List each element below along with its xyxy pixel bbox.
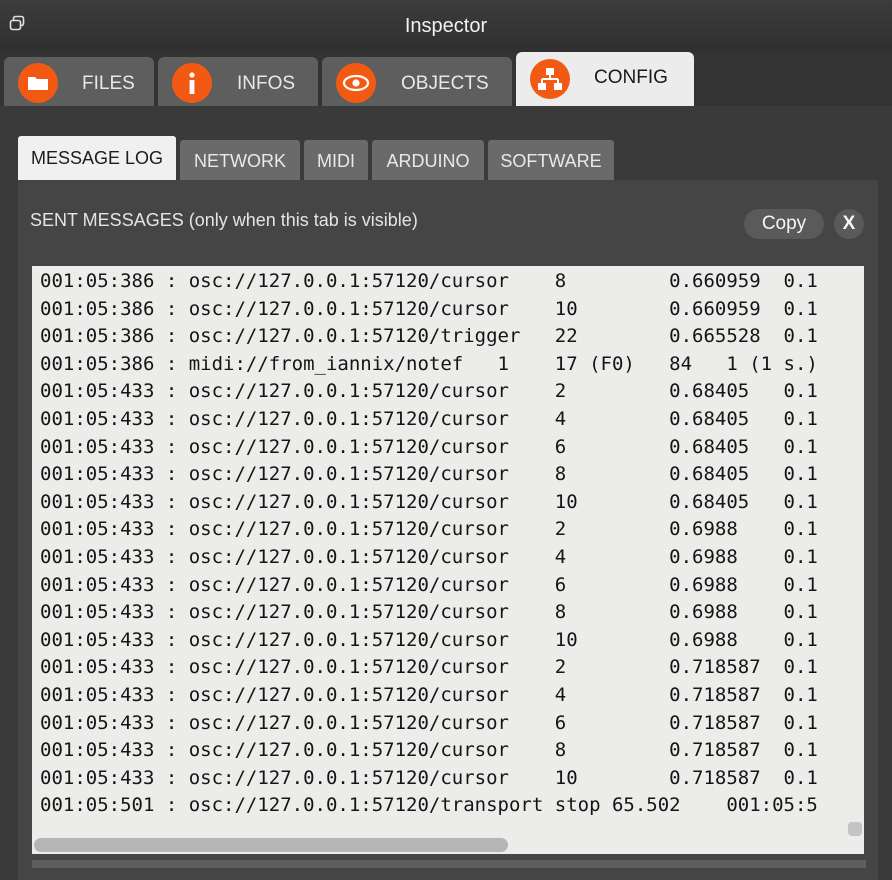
horizontal-scrollbar[interactable] bbox=[32, 834, 844, 854]
message-log-lines: 001:05:386 : osc://127.0.0.1:57120/curso… bbox=[40, 268, 844, 820]
log-line: 001:05:433 : osc://127.0.0.1:57120/curso… bbox=[40, 683, 818, 706]
log-line: 001:05:386 : osc://127.0.0.1:57120/trigg… bbox=[40, 325, 818, 348]
subtab-software[interactable]: SOFTWARE bbox=[488, 140, 614, 180]
log-line: 001:05:386 : osc://127.0.0.1:57120/curso… bbox=[40, 297, 818, 320]
main-tab-bar: FILES INFOS OBJECTS CONFIG bbox=[0, 52, 892, 106]
subtab-message-log[interactable]: MESSAGE LOG bbox=[18, 136, 176, 180]
log-line: 001:05:433 : osc://127.0.0.1:57120/curso… bbox=[40, 628, 818, 651]
log-line: 001:05:501 : osc://127.0.0.1:57120/trans… bbox=[40, 794, 818, 817]
message-log-box[interactable]: 001:05:386 : osc://127.0.0.1:57120/curso… bbox=[32, 266, 864, 854]
log-line: 001:05:433 : osc://127.0.0.1:57120/curso… bbox=[40, 380, 818, 403]
inspector-window: Inspector FILES INFOS OBJECTS CONFIG MES… bbox=[0, 0, 892, 880]
window-title: Inspector bbox=[404, 15, 488, 37]
log-line: 001:05:433 : osc://127.0.0.1:57120/curso… bbox=[40, 711, 818, 734]
log-line: 001:05:386 : midi://from_iannix/notef 1 … bbox=[40, 352, 818, 375]
log-line: 001:05:433 : osc://127.0.0.1:57120/curso… bbox=[40, 766, 818, 789]
tab-files-label: FILES bbox=[82, 73, 135, 94]
eye-icon bbox=[336, 63, 376, 103]
title-bar: Inspector bbox=[0, 0, 892, 52]
log-line: 001:05:433 : osc://127.0.0.1:57120/curso… bbox=[40, 490, 818, 513]
log-line: 001:05:433 : osc://127.0.0.1:57120/curso… bbox=[40, 545, 818, 568]
log-line: 001:05:433 : osc://127.0.0.1:57120/curso… bbox=[40, 656, 818, 679]
vertical-scrollbar-thumb[interactable] bbox=[848, 822, 862, 836]
folder-icon bbox=[18, 63, 58, 103]
tab-objects[interactable]: OBJECTS bbox=[322, 57, 512, 106]
log-line: 001:05:433 : osc://127.0.0.1:57120/curso… bbox=[40, 463, 818, 486]
log-line: 001:05:386 : osc://127.0.0.1:57120/curso… bbox=[40, 270, 818, 292]
log-line: 001:05:433 : osc://127.0.0.1:57120/curso… bbox=[40, 407, 818, 430]
tab-infos[interactable]: INFOS bbox=[158, 57, 318, 106]
subtab-arduino[interactable]: ARDUINO bbox=[372, 140, 484, 180]
clear-button[interactable]: X bbox=[834, 209, 864, 239]
log-line: 001:05:433 : osc://127.0.0.1:57120/curso… bbox=[40, 435, 818, 458]
config-panel: MESSAGE LOG NETWORK MIDI ARDUINO SOFTWAR… bbox=[0, 106, 892, 880]
log-line: 001:05:433 : osc://127.0.0.1:57120/curso… bbox=[40, 573, 818, 596]
sent-messages-heading: SENT MESSAGES (only when this tab is vis… bbox=[30, 210, 418, 230]
bottom-divider bbox=[32, 860, 866, 868]
subtab-midi[interactable]: MIDI bbox=[304, 140, 368, 180]
copy-button[interactable]: Copy bbox=[744, 209, 824, 239]
subtab-network[interactable]: NETWORK bbox=[180, 140, 300, 180]
tab-infos-label: INFOS bbox=[237, 73, 296, 94]
tab-config[interactable]: CONFIG bbox=[516, 52, 694, 106]
tab-files[interactable]: FILES bbox=[4, 57, 154, 106]
tab-objects-label: OBJECTS bbox=[401, 73, 489, 94]
info-icon bbox=[172, 63, 212, 103]
log-line: 001:05:433 : osc://127.0.0.1:57120/curso… bbox=[40, 518, 818, 541]
log-line: 001:05:433 : osc://127.0.0.1:57120/curso… bbox=[40, 601, 818, 624]
message-log-area: SENT MESSAGES (only when this tab is vis… bbox=[18, 180, 878, 880]
tab-config-label: CONFIG bbox=[594, 67, 668, 88]
horizontal-scrollbar-thumb[interactable] bbox=[34, 838, 508, 852]
log-line: 001:05:433 : osc://127.0.0.1:57120/curso… bbox=[40, 739, 818, 762]
network-icon bbox=[530, 59, 570, 99]
